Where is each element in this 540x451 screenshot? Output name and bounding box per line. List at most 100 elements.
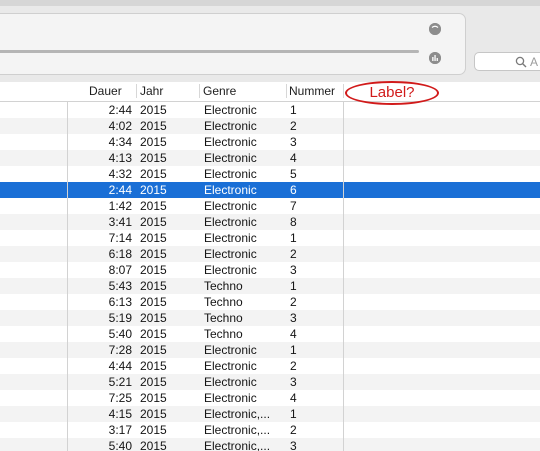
- title-bar-strip: [0, 0, 540, 6]
- column-header-nummer[interactable]: Nummer: [289, 84, 335, 98]
- cell-number: 1: [290, 407, 297, 421]
- column-header-dauer[interactable]: Dauer: [89, 84, 122, 98]
- cell-genre: Electronic: [204, 183, 257, 197]
- cell-duration: 5:43: [108, 279, 132, 293]
- cell-duration: 4:13: [108, 151, 132, 165]
- cell-year: 2015: [140, 183, 167, 197]
- cell-number: 2: [290, 423, 297, 437]
- table-row[interactable]: 5:21 2015 Electronic 3: [0, 374, 540, 390]
- cell-year: 2015: [140, 279, 167, 293]
- cell-genre: Electronic: [204, 247, 257, 261]
- cell-genre: Techno: [204, 295, 243, 309]
- table-row[interactable]: 8:07 2015 Electronic 3: [0, 262, 540, 278]
- table-row[interactable]: 7:25 2015 Electronic 4: [0, 390, 540, 406]
- table-row[interactable]: 5:40 2015 Electronic,... 3: [0, 438, 540, 451]
- column-divider[interactable]: [286, 84, 287, 98]
- cell-duration: 5:40: [108, 327, 132, 341]
- cell-year: 2015: [140, 359, 167, 373]
- cell-genre: Electronic: [204, 359, 257, 373]
- cell-number: 3: [290, 375, 297, 389]
- cell-year: 2015: [140, 103, 167, 117]
- column-divider[interactable]: [343, 84, 344, 98]
- song-table[interactable]: Dauer Jahr Genre Nummer 2:44 2015 Electron…: [0, 82, 540, 451]
- table-row[interactable]: 4:32 2015 Electronic 5: [0, 166, 540, 182]
- cell-duration: 5:21: [108, 375, 132, 389]
- cell-year: 2015: [140, 119, 167, 133]
- cell-genre: Electronic: [204, 135, 257, 149]
- cell-year: 2015: [140, 327, 167, 341]
- cell-genre: Electronic,...: [204, 439, 271, 451]
- cell-number: 7: [290, 199, 297, 213]
- column-divider[interactable]: [199, 84, 200, 98]
- cell-duration: 6:18: [108, 247, 132, 261]
- table-row[interactable]: 1:42 2015 Electronic 7: [0, 198, 540, 214]
- cell-year: 2015: [140, 135, 167, 149]
- table-row[interactable]: 5:43 2015 Techno 1: [0, 278, 540, 294]
- cell-year: 2015: [140, 167, 167, 181]
- table-row[interactable]: 4:13 2015 Electronic 4: [0, 150, 540, 166]
- table-row-selected[interactable]: 2:44 2015 Electronic 6: [0, 182, 540, 198]
- cell-duration: 4:32: [108, 167, 132, 181]
- search-field[interactable]: A: [474, 52, 540, 71]
- cell-year: 2015: [140, 311, 167, 325]
- airplay-icon[interactable]: [429, 23, 441, 35]
- column-grid-line: [67, 101, 68, 451]
- cell-genre: Electronic: [204, 199, 257, 213]
- table-row[interactable]: 4:34 2015 Electronic 3: [0, 134, 540, 150]
- cell-duration: 2:44: [108, 183, 132, 197]
- cell-year: 2015: [140, 215, 167, 229]
- table-row[interactable]: 4:02 2015 Electronic 2: [0, 118, 540, 134]
- cell-year: 2015: [140, 439, 167, 451]
- table-row[interactable]: 2:44 2015 Electronic 1: [0, 102, 540, 118]
- equalizer-icon[interactable]: [429, 52, 441, 64]
- column-grid-line: [343, 101, 344, 451]
- table-row[interactable]: 4:15 2015 Electronic,... 1: [0, 406, 540, 422]
- label-annotation: Label?: [345, 81, 439, 105]
- cell-duration: 8:07: [108, 263, 132, 277]
- cell-number: 4: [290, 391, 297, 405]
- column-header-genre[interactable]: Genre: [203, 84, 236, 98]
- cell-number: 2: [290, 119, 297, 133]
- cell-number: 2: [290, 295, 297, 309]
- table-row[interactable]: 5:19 2015 Techno 3: [0, 310, 540, 326]
- cell-year: 2015: [140, 375, 167, 389]
- table-row[interactable]: 3:17 2015 Electronic,... 2: [0, 422, 540, 438]
- cell-number: 8: [290, 215, 297, 229]
- cell-duration: 2:44: [108, 103, 132, 117]
- cell-duration: 4:34: [108, 135, 132, 149]
- cell-genre: Electronic: [204, 375, 257, 389]
- cell-number: 5: [290, 167, 297, 181]
- cell-number: 3: [290, 311, 297, 325]
- table-row[interactable]: 6:13 2015 Techno 2: [0, 294, 540, 310]
- cell-genre: Electronic: [204, 263, 257, 277]
- cell-number: 2: [290, 247, 297, 261]
- table-row[interactable]: 7:28 2015 Electronic 1: [0, 342, 540, 358]
- cell-duration: 5:19: [108, 311, 132, 325]
- column-header-jahr[interactable]: Jahr: [140, 84, 163, 98]
- cell-number: 1: [290, 231, 297, 245]
- table-row[interactable]: 6:18 2015 Electronic 2: [0, 246, 540, 262]
- playback-progress-bar[interactable]: [0, 50, 419, 53]
- search-placeholder: A: [530, 55, 539, 69]
- cell-year: 2015: [140, 391, 167, 405]
- column-divider[interactable]: [136, 84, 137, 98]
- cell-genre: Electronic: [204, 343, 257, 357]
- table-row[interactable]: 3:41 2015 Electronic 8: [0, 214, 540, 230]
- search-icon: [515, 56, 527, 68]
- cell-duration: 5:40: [108, 439, 132, 451]
- cell-genre: Electronic: [204, 215, 257, 229]
- cell-number: 1: [290, 103, 297, 117]
- cell-genre: Electronic,...: [204, 407, 271, 421]
- cell-duration: 6:13: [108, 295, 132, 309]
- cell-number: 6: [290, 183, 297, 197]
- cell-genre: Electronic: [204, 119, 257, 133]
- cell-genre: Electronic: [204, 167, 257, 181]
- cell-duration: 4:44: [108, 359, 132, 373]
- table-row[interactable]: 7:14 2015 Electronic 1: [0, 230, 540, 246]
- now-playing-display[interactable]: [0, 13, 466, 75]
- cell-number: 1: [290, 279, 297, 293]
- cell-genre: Electronic: [204, 103, 257, 117]
- table-row[interactable]: 4:44 2015 Electronic 2: [0, 358, 540, 374]
- table-row[interactable]: 5:40 2015 Techno 4: [0, 326, 540, 342]
- cell-number: 1: [290, 343, 297, 357]
